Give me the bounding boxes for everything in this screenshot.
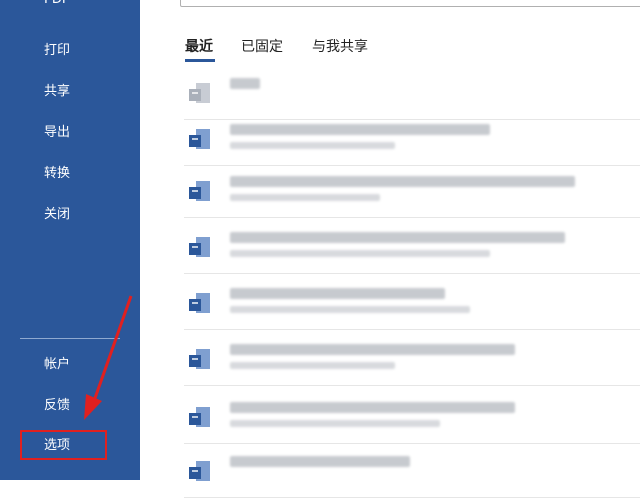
file-name — [230, 232, 565, 243]
file-path — [230, 194, 380, 201]
word-doc-icon — [189, 349, 210, 369]
file-path — [230, 250, 490, 257]
file-name — [230, 344, 515, 355]
file-name — [230, 456, 410, 467]
word-doc-icon — [189, 83, 210, 103]
list-item[interactable] — [184, 222, 640, 274]
word-doc-icon — [189, 237, 210, 257]
list-item[interactable] — [184, 446, 640, 498]
word-doc-icon — [189, 181, 210, 201]
row-divider — [184, 273, 640, 274]
file-path — [230, 362, 395, 369]
word-doc-icon — [189, 461, 210, 481]
list-item[interactable] — [184, 114, 640, 166]
list-item[interactable] — [184, 166, 640, 218]
list-item[interactable] — [184, 334, 640, 386]
row-divider — [184, 443, 640, 444]
list-item[interactable] — [184, 68, 640, 120]
tab-recent[interactable]: 最近 — [185, 36, 213, 56]
file-name — [230, 288, 445, 299]
list-item[interactable] — [184, 392, 640, 444]
list-item[interactable] — [184, 278, 640, 330]
tab-pinned[interactable]: 已固定 — [241, 36, 283, 56]
row-divider — [184, 385, 640, 386]
file-path — [230, 420, 440, 427]
file-name — [230, 402, 515, 413]
search-input[interactable] — [180, 0, 640, 7]
file-path — [230, 306, 470, 313]
file-path — [230, 142, 395, 149]
file-name — [230, 176, 575, 187]
word-doc-icon — [189, 293, 210, 313]
word-doc-icon — [189, 129, 210, 149]
row-divider — [184, 217, 640, 218]
word-doc-icon — [189, 407, 210, 427]
file-name — [230, 78, 260, 89]
tab-shared-with-me[interactable]: 与我共享 — [312, 36, 368, 56]
active-tab-indicator — [185, 59, 215, 62]
row-divider — [184, 329, 640, 330]
file-name — [230, 124, 490, 135]
